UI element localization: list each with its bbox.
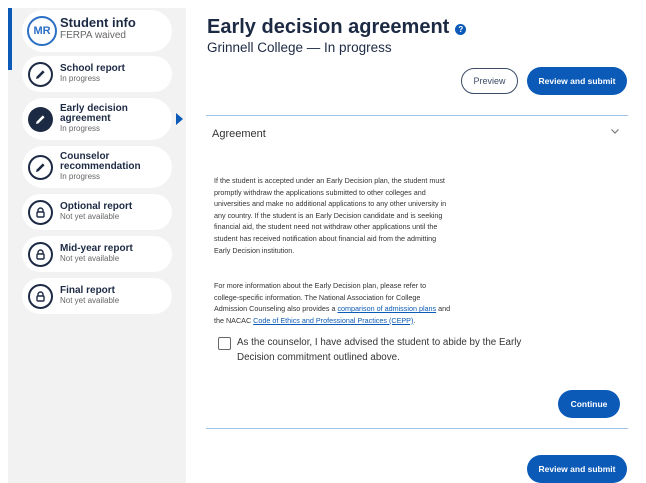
lock-icon [28, 199, 53, 225]
sidebar-item-label: Mid-year report [60, 243, 133, 254]
paragraph-line: the NACAC Code of Ethics and Professiona… [214, 315, 514, 327]
preview-button[interactable]: Preview [461, 68, 518, 94]
sidebar-item-counselor-recommendation[interactable]: Counselor recommendation In progress [22, 146, 172, 188]
divider [206, 115, 628, 116]
chevron-down-icon[interactable] [610, 126, 620, 136]
continue-button[interactable]: Continue [558, 390, 620, 418]
paragraph-line: college-specific information. The Nation… [214, 292, 421, 302]
paragraph-text: and [436, 304, 451, 314]
agreement-paragraph-2: For more information about the Early Dec… [214, 280, 514, 326]
agreement-paragraph-1: If the student is accepted under an Earl… [214, 175, 514, 256]
paragraph-text: . [413, 315, 416, 325]
sidebar-item-label: Final report [60, 285, 116, 296]
sidebar-item-student-info[interactable]: MR Student info FERPA waived [22, 10, 172, 52]
paragraph-line: any country. If the student is an Early … [214, 210, 443, 220]
sidebar-item-status: Not yet available [60, 212, 120, 221]
counselor-advised-checkbox[interactable] [218, 337, 231, 350]
paragraph-text: the NACAC [214, 315, 254, 325]
paragraph-line: For more information about the Early Dec… [214, 281, 427, 290]
page-title: Early decision agreement ? [207, 16, 467, 39]
review-and-submit-button[interactable]: Review and submit [527, 67, 627, 95]
sidebar-item-label: School report [60, 63, 126, 74]
code-of-ethics-link[interactable]: Code of Ethics and Professional Practice… [253, 316, 413, 325]
sidebar-item-status: FERPA waived [60, 30, 126, 41]
lock-icon [28, 283, 53, 309]
sidebar-item-label-line2: recommendation [60, 161, 141, 172]
section-title[interactable]: Agreement [212, 128, 266, 140]
sidebar-item-status: In progress [60, 124, 101, 133]
checkbox-label[interactable]: As the counselor, I have advised the stu… [237, 336, 522, 365]
divider [206, 428, 628, 429]
sidebar-item-final-report[interactable]: Final report Not yet available [22, 278, 172, 314]
active-item-arrow-icon [176, 113, 183, 125]
pencil-icon [28, 61, 53, 87]
review-and-submit-button-bottom[interactable]: Review and submit [527, 455, 627, 483]
sidebar-item-status: Not yet available [60, 296, 120, 305]
sidebar-item-school-report[interactable]: School report In progress [22, 56, 172, 92]
pencil-icon [28, 154, 53, 180]
sidebar-item-label-line2: agreement [60, 113, 111, 124]
page-subtitle: Grinnell College — In progress [207, 40, 392, 55]
paragraph-line: Early Decision institution. [214, 245, 295, 255]
page-title-text: Early decision agreement [207, 16, 450, 38]
paragraph-text: Admission Counseling also provides a [214, 304, 338, 314]
sidebar-item-status: In progress [60, 172, 101, 181]
paragraph-line: universities and make no additional appl… [214, 199, 447, 209]
sidebar-active-accent [8, 8, 12, 70]
help-icon[interactable]: ? [455, 24, 467, 35]
pencil-icon [28, 106, 53, 132]
sidebar-item-status: In progress [60, 74, 101, 83]
avatar: MR [27, 16, 57, 46]
comparison-of-admission-plans-link[interactable]: comparison of admission plans [337, 304, 436, 313]
paragraph-line: financial aid, the student need not with… [214, 222, 438, 232]
paragraph-line: Admission Counseling also provides a com… [214, 303, 514, 315]
sidebar-item-optional-report[interactable]: Optional report Not yet available [22, 194, 172, 230]
sidebar-item-label: Student info [60, 15, 136, 30]
sidebar-item-status: Not yet available [60, 254, 120, 263]
paragraph-line: student has received notification about … [214, 233, 437, 243]
paragraph-line: If the student is accepted under an Earl… [214, 176, 445, 185]
paragraph-line: promptly withdraw the applications submi… [214, 187, 426, 197]
lock-icon [28, 241, 53, 267]
sidebar-item-early-decision-agreement[interactable]: Early decision agreement In progress [22, 98, 172, 140]
sidebar-item-label: Optional report [60, 201, 133, 212]
sidebar-item-mid-year-report[interactable]: Mid-year report Not yet available [22, 236, 172, 272]
